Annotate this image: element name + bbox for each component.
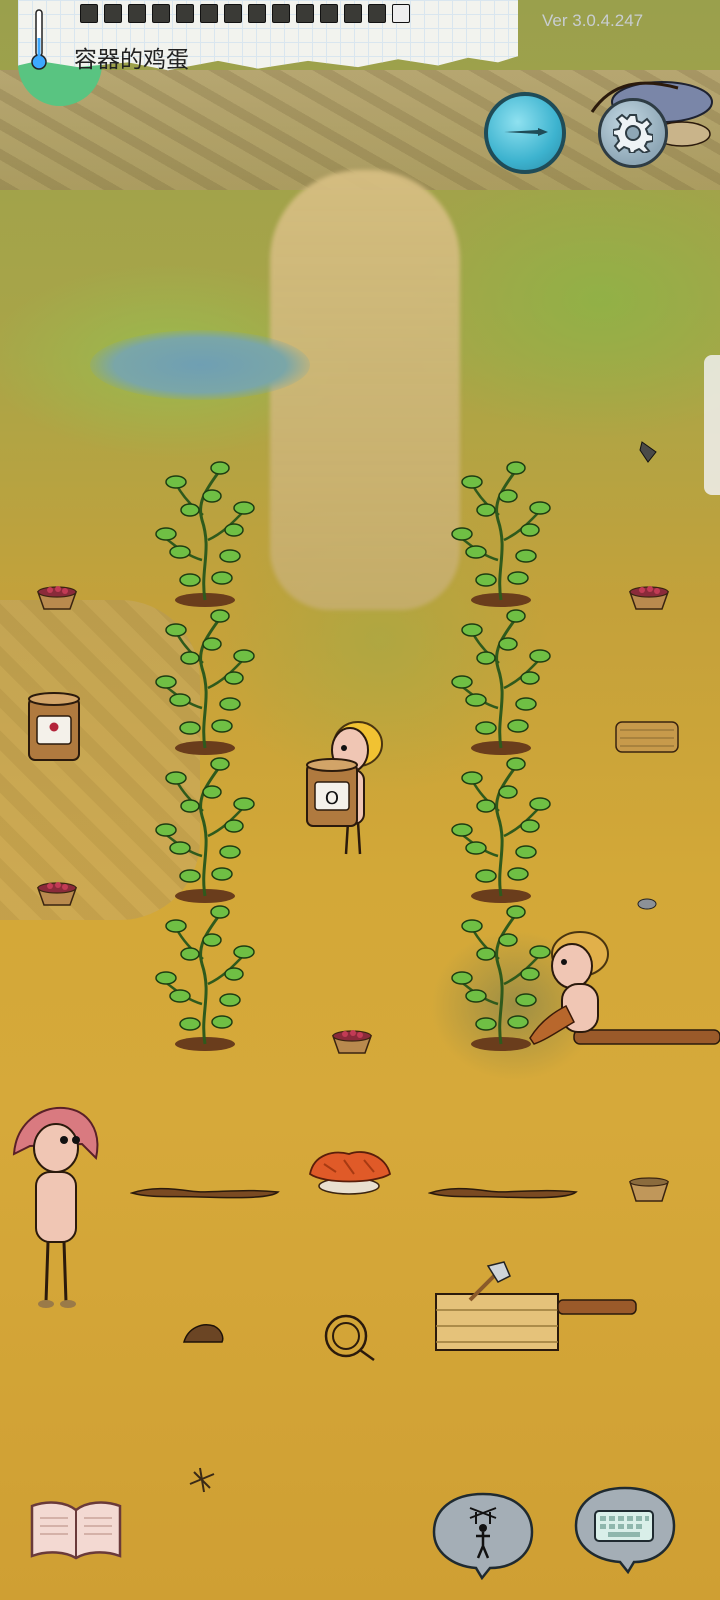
- edge-panel-handle[interactable]: [704, 355, 720, 495]
- inventory-slots: [80, 4, 410, 23]
- player-character[interactable]: [10, 1104, 104, 1314]
- bean-plant[interactable]: [150, 904, 260, 1054]
- inventory-slot: [296, 4, 314, 23]
- inventory-slot: [248, 4, 266, 23]
- soil-row[interactable]: [130, 1186, 280, 1200]
- version-label: Ver 3.0.4.247: [542, 11, 644, 30]
- compass-button[interactable]: [484, 92, 566, 174]
- villager-sitting[interactable]: [520, 926, 620, 1056]
- inventory-slot: [80, 4, 98, 23]
- crock-mark: O: [324, 788, 340, 809]
- inventory-slot: [224, 4, 242, 23]
- villager-with-crock[interactable]: O: [304, 710, 384, 860]
- empty-basket[interactable]: [628, 1176, 670, 1202]
- inventory-slot: [200, 4, 218, 23]
- berry-basket[interactable]: [331, 1028, 373, 1054]
- soil-row[interactable]: [428, 1186, 578, 1200]
- bean-plant[interactable]: [446, 756, 556, 906]
- hay-bundle[interactable]: [614, 716, 680, 756]
- sharp-stone[interactable]: [638, 440, 660, 464]
- bean-plant[interactable]: [150, 756, 260, 906]
- inventory-slot: [344, 4, 362, 23]
- berry-basket[interactable]: [36, 880, 78, 906]
- round-stone[interactable]: [636, 897, 658, 911]
- clay-crock[interactable]: [26, 690, 82, 762]
- puppet-icon: [469, 1507, 497, 1559]
- pond: [90, 330, 310, 400]
- bean-plant[interactable]: [150, 460, 260, 610]
- chat-button[interactable]: [572, 1484, 678, 1575]
- inventory-slot: [368, 4, 386, 23]
- bean-plant[interactable]: [150, 608, 260, 758]
- gear-icon: [613, 113, 653, 153]
- game-world[interactable]: O: [0, 0, 720, 1600]
- inventory-slot: [176, 4, 194, 23]
- bean-plant[interactable]: [446, 460, 556, 610]
- berry-basket[interactable]: [628, 584, 670, 610]
- wooden-crate[interactable]: [430, 1260, 640, 1356]
- inventory-slot: [128, 4, 146, 23]
- inventory-slot: [320, 4, 338, 23]
- milkweed-sprout[interactable]: [186, 1464, 218, 1494]
- inventory-slot: [152, 4, 170, 23]
- dirt-path: [270, 170, 460, 610]
- settings-button[interactable]: [598, 98, 668, 168]
- hint-text: 容器的鸡蛋: [74, 47, 189, 73]
- inventory-slot: [392, 4, 410, 23]
- thermometer-icon: [31, 9, 47, 70]
- inventory-slot: [272, 4, 290, 23]
- berry-basket[interactable]: [36, 584, 78, 610]
- inventory-slot: [104, 4, 122, 23]
- emote-button[interactable]: [430, 1490, 536, 1581]
- bean-plant[interactable]: [446, 608, 556, 758]
- keyboard-icon: [594, 1510, 654, 1542]
- dirt-clump[interactable]: [182, 1320, 226, 1346]
- compass-icon: [504, 128, 548, 136]
- rope-coil[interactable]: [320, 1310, 376, 1366]
- tech-book-button[interactable]: [28, 1496, 124, 1562]
- carrot-pile[interactable]: [304, 1144, 394, 1200]
